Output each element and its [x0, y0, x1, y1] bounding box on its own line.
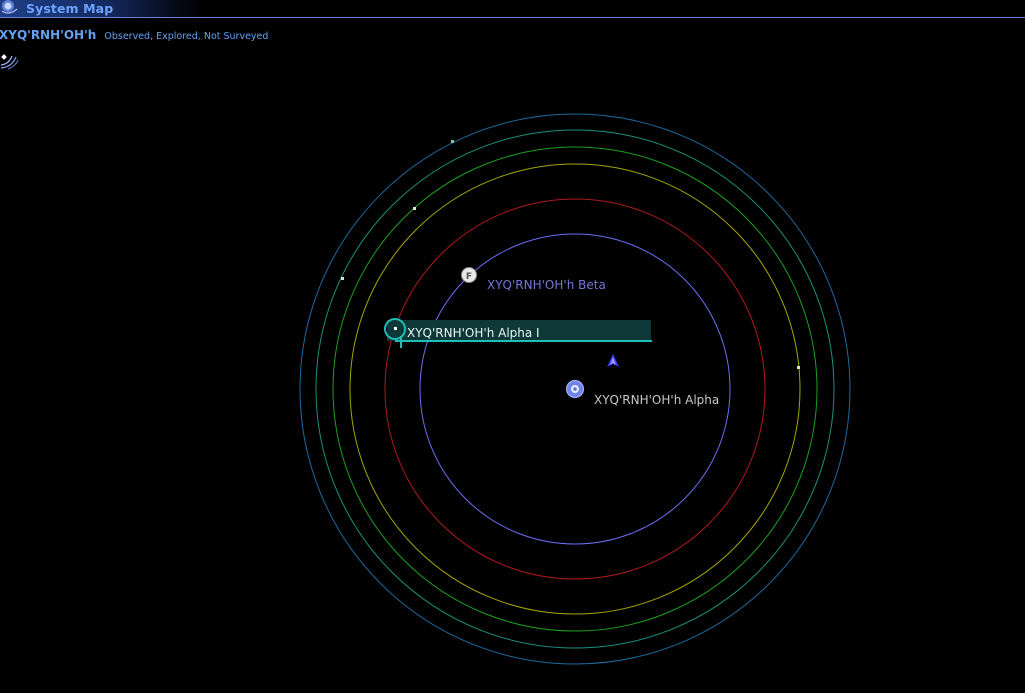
star-icon[interactable] [566, 380, 584, 398]
planet-beta-label: XYQ'RNH'OH'h Beta [487, 278, 606, 292]
system-map-window: System Map XYQ'RNH'OH'h Observed, Explor… [0, 0, 1025, 693]
body-marker[interactable] [413, 207, 416, 210]
planet-badge-letter: F [466, 272, 472, 282]
fleet-icon[interactable] [607, 354, 619, 367]
system-map-canvas[interactable]: F XYQ'RNH'OH'h Beta XYQ'RNH'OH'h Alpha I… [0, 0, 1025, 693]
selected-body-label: XYQ'RNH'OH'h Alpha I [407, 326, 540, 340]
body-marker[interactable] [451, 140, 454, 143]
body-marker[interactable] [797, 366, 800, 369]
star-label: XYQ'RNH'OH'h Alpha [594, 393, 719, 407]
planet-beta[interactable]: F [461, 267, 477, 283]
selected-body[interactable]: XYQ'RNH'OH'h Alpha I [384, 318, 652, 348]
selected-body-marker [394, 327, 397, 330]
body-marker[interactable] [341, 277, 344, 280]
